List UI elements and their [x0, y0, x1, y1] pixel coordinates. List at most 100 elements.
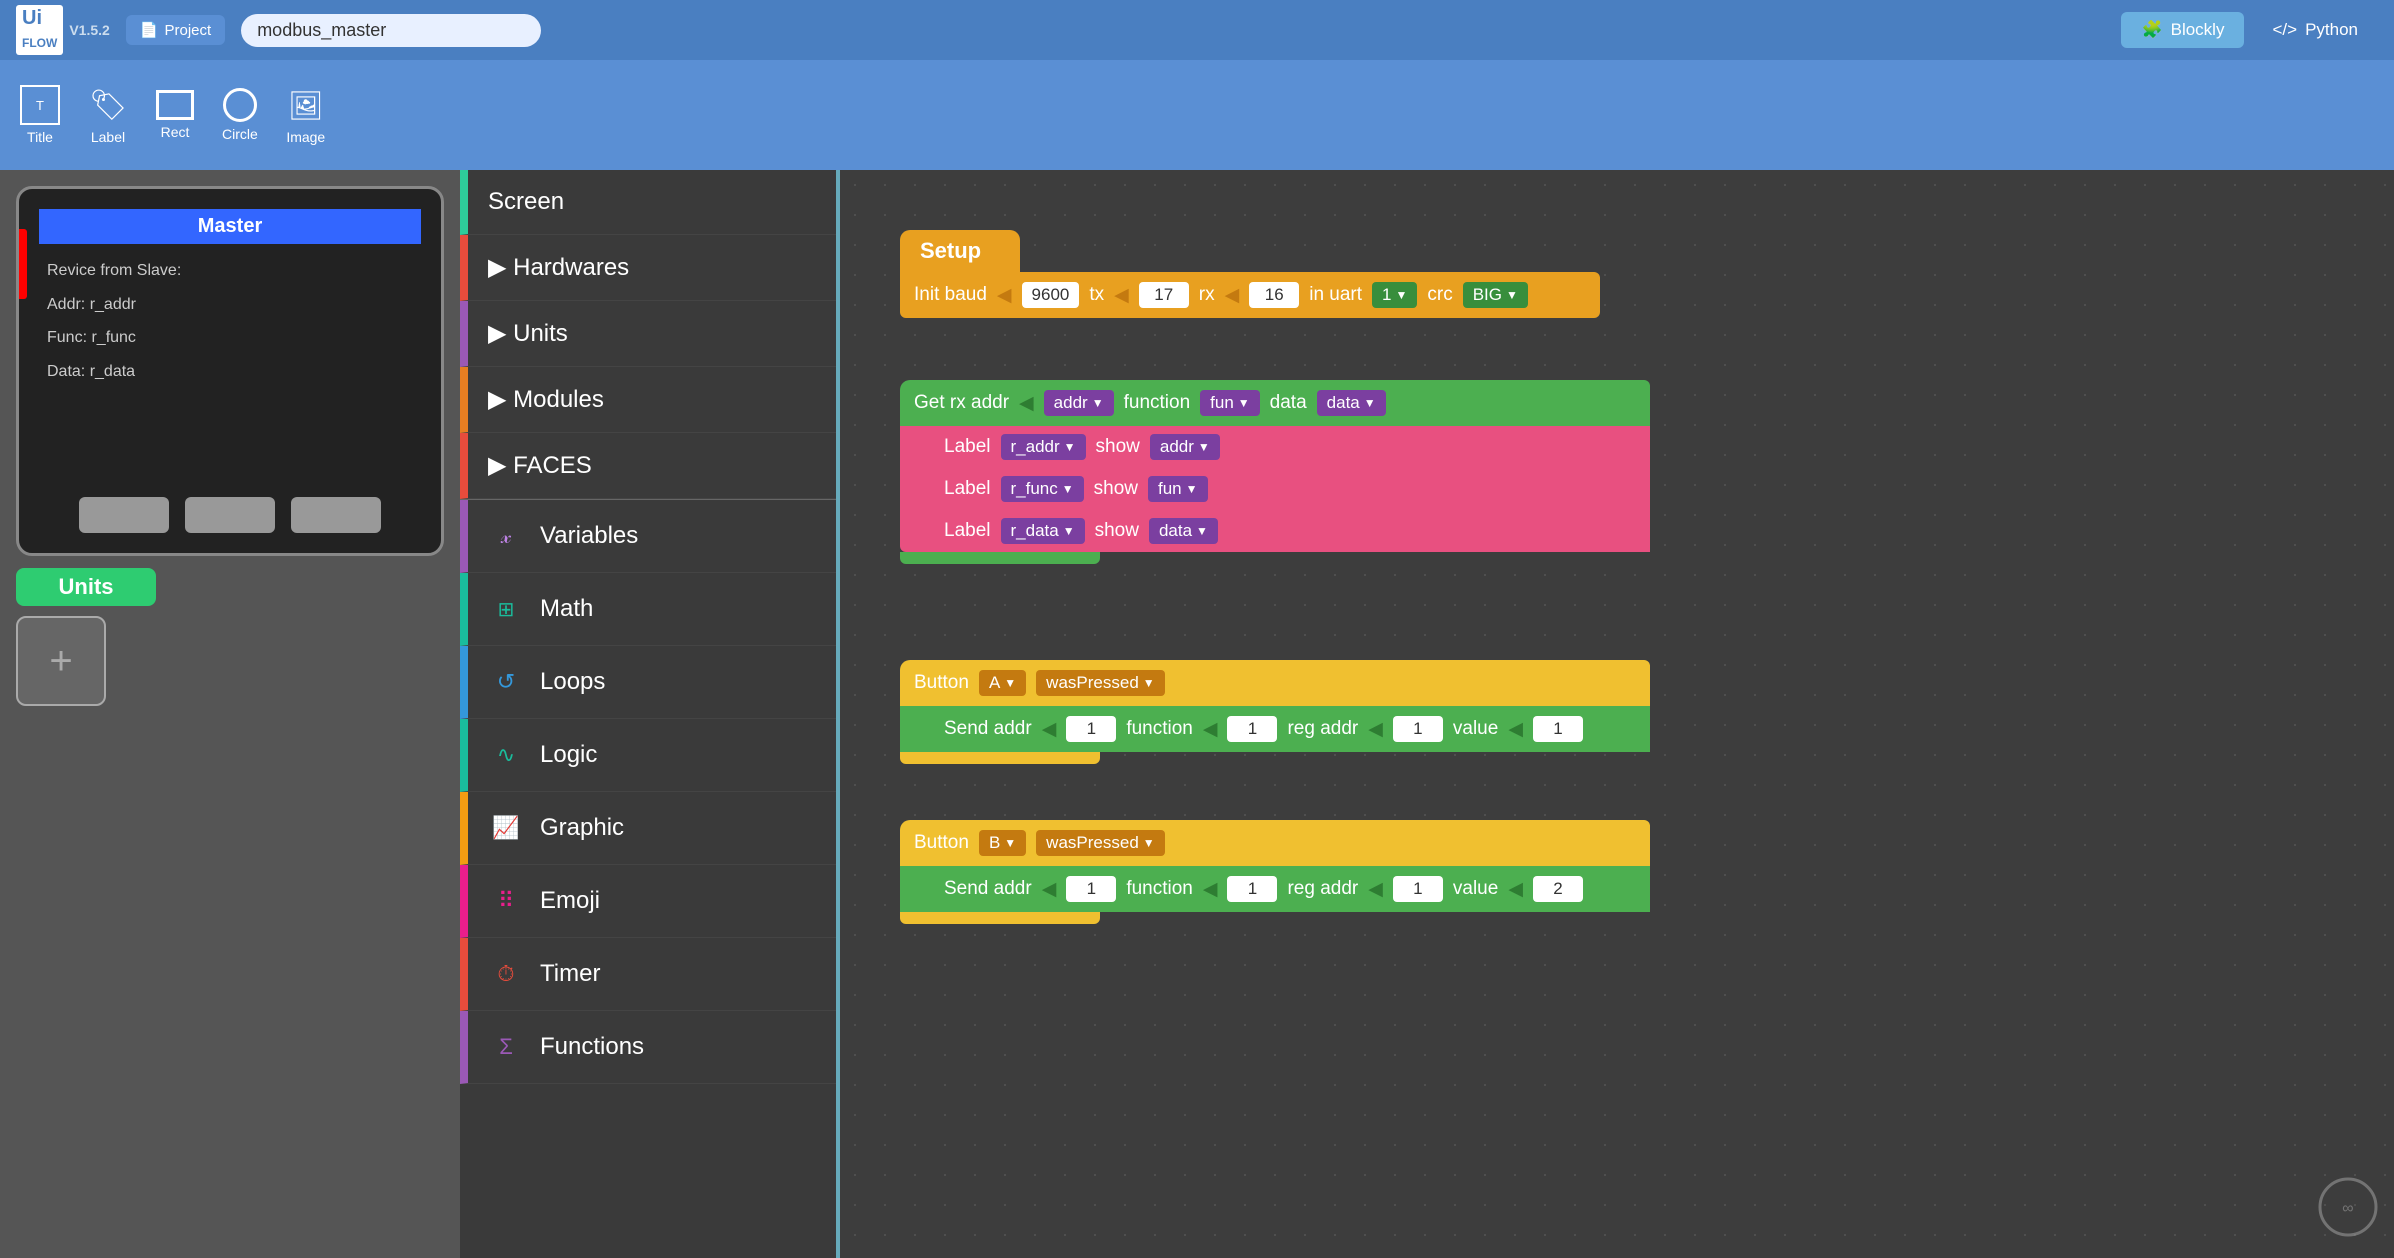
python-button[interactable]: </> Python: [2252, 12, 2378, 48]
r-func-dropdown[interactable]: r_func ▼: [1001, 476, 1084, 502]
setup-block-group: Setup Init baud ◀ 9600 tx ◀ 17 rx ◀ 16 i…: [900, 230, 1600, 318]
screen-line-3: Func: r_func: [39, 321, 421, 355]
category-loops[interactable]: ↺ Loops: [460, 646, 836, 719]
r-data-dropdown[interactable]: r_data ▼: [1001, 518, 1085, 544]
sendB-addr-val[interactable]: 1: [1066, 876, 1116, 902]
wasPressedA-dropdown[interactable]: wasPressed ▼: [1036, 670, 1165, 696]
show-fun-dropdown[interactable]: fun ▼: [1148, 476, 1208, 502]
show-addr-dropdown[interactable]: addr ▼: [1150, 434, 1220, 460]
screen-button-3[interactable]: [291, 497, 381, 533]
graphic-icon: 📈: [488, 810, 524, 846]
screen-button-1[interactable]: [79, 497, 169, 533]
tool-rect[interactable]: Rect: [156, 90, 194, 140]
rx-value[interactable]: 16: [1249, 282, 1299, 308]
timer-icon: ⏱: [488, 956, 524, 992]
uart-dropdown[interactable]: 1 ▼: [1372, 282, 1417, 308]
screen-content: Master Revice from Slave: Addr: r_addr F…: [39, 209, 421, 475]
category-modules[interactable]: ▶ Modules: [460, 367, 836, 433]
addr-dropdown[interactable]: addr ▼: [1044, 390, 1114, 416]
setup-body: Init baud ◀ 9600 tx ◀ 17 rx ◀ 16 in uart…: [900, 272, 1600, 318]
category-math[interactable]: ⊞ Math: [460, 573, 836, 646]
buttonA-dropdown[interactable]: A ▼: [979, 670, 1026, 696]
logo-area: UiFLOW V1.5.2: [16, 5, 110, 55]
sendA-value-val[interactable]: 1: [1533, 716, 1583, 742]
show-data-dropdown[interactable]: data ▼: [1149, 518, 1218, 544]
version-label: V1.5.2: [69, 22, 109, 38]
python-icon: </>: [2272, 20, 2297, 40]
image-icon: 🖼: [286, 85, 326, 125]
emoji-icon: ⠿: [488, 883, 524, 919]
project-button[interactable]: 📄 Project: [126, 15, 225, 45]
tx-value[interactable]: 17: [1139, 282, 1189, 308]
blockly-label: Blockly: [2171, 20, 2225, 40]
tx-connector: ◀: [1114, 284, 1129, 307]
units-label: Units: [16, 568, 156, 606]
category-variables[interactable]: 𝓍 Variables: [460, 500, 836, 573]
getrx-bottom: [900, 552, 1100, 564]
sendB-value-val[interactable]: 2: [1533, 876, 1583, 902]
toolbar: T Title 🏷 Label Rect Circle 🖼 Image: [0, 60, 2394, 170]
buttonA-hat: Button A ▼ wasPressed ▼: [900, 660, 1650, 706]
watermark: ∞: [2318, 1177, 2378, 1242]
sendB-function-label: function: [1126, 878, 1193, 900]
buttonB-dropdown[interactable]: B ▼: [979, 830, 1026, 856]
sendB-func-connector: ◀: [1203, 878, 1218, 901]
crc-dropdown[interactable]: BIG ▼: [1463, 282, 1528, 308]
buttonA-send-block: Send addr ◀ 1 function ◀ 1 reg addr ◀ 1 …: [900, 706, 1650, 752]
logo-icon: UiFLOW: [16, 5, 63, 55]
blockly-workspace[interactable]: Setup Init baud ◀ 9600 tx ◀ 17 rx ◀ 16 i…: [840, 170, 2394, 1258]
category-graphic[interactable]: 📈 Graphic: [460, 792, 836, 865]
sendA-addr-val[interactable]: 1: [1066, 716, 1116, 742]
wasPressedB-dropdown[interactable]: wasPressed ▼: [1036, 830, 1165, 856]
buttonA-label: Button: [914, 672, 969, 694]
category-faces[interactable]: ▶ FACES: [460, 433, 836, 499]
sendB-reg-val[interactable]: 1: [1393, 876, 1443, 902]
uart-label: in uart: [1309, 284, 1362, 306]
wasPressedB-chevron-icon: ▼: [1143, 836, 1155, 850]
screen-line-1: Revice from Slave:: [39, 254, 421, 288]
tool-image[interactable]: 🖼 Image: [286, 85, 326, 145]
r-data-chevron-icon: ▼: [1063, 524, 1075, 538]
category-hardwares[interactable]: ▶ Hardwares: [460, 235, 836, 301]
show3-label: show: [1095, 520, 1139, 542]
wasPressedA-chevron-icon: ▼: [1143, 676, 1155, 690]
screen-buttons: [79, 497, 381, 533]
sendB-regaddr-label: reg addr: [1287, 878, 1358, 900]
tool-title-label: Title: [27, 129, 53, 145]
timer-cat-label: Timer: [540, 960, 600, 988]
category-emoji[interactable]: ⠿ Emoji: [460, 865, 836, 938]
data-dropdown[interactable]: data ▼: [1317, 390, 1386, 416]
r-addr-dropdown[interactable]: r_addr ▼: [1001, 434, 1086, 460]
r-addr-chevron-icon: ▼: [1064, 440, 1076, 454]
show-data-chevron-icon: ▼: [1196, 524, 1208, 538]
category-logic[interactable]: ∿ Logic: [460, 719, 836, 792]
screen-line-2: Addr: r_addr: [39, 288, 421, 322]
category-screen[interactable]: Screen: [460, 170, 836, 235]
rx-label: rx: [1199, 284, 1215, 306]
fun-dropdown[interactable]: fun ▼: [1200, 390, 1260, 416]
getrx-block-group: Get rx addr ◀ addr ▼ function fun ▼ data…: [900, 380, 1650, 564]
loops-cat-label: Loops: [540, 668, 605, 696]
python-label: Python: [2305, 20, 2358, 40]
red-indicator: [19, 229, 27, 299]
sendA-func-val[interactable]: 1: [1227, 716, 1277, 742]
sendA-val-connector: ◀: [1508, 718, 1523, 741]
tool-title[interactable]: T Title: [20, 85, 60, 145]
category-timer[interactable]: ⏱ Timer: [460, 938, 836, 1011]
screen-button-2[interactable]: [185, 497, 275, 533]
sendA-reg-val[interactable]: 1: [1393, 716, 1443, 742]
category-functions[interactable]: Σ Functions: [460, 1011, 836, 1084]
data-label: data: [1270, 392, 1307, 414]
sendB-func-val[interactable]: 1: [1227, 876, 1277, 902]
baud-value[interactable]: 9600: [1022, 282, 1080, 308]
buttonB-send-block: Send addr ◀ 1 function ◀ 1 reg addr ◀ 1 …: [900, 866, 1650, 912]
tx-label: tx: [1089, 284, 1104, 306]
fun-chevron-icon: ▼: [1238, 396, 1250, 410]
add-unit-button[interactable]: +: [16, 616, 106, 706]
project-name-input[interactable]: [241, 14, 541, 47]
tool-label[interactable]: 🏷 Label: [88, 85, 128, 145]
category-units[interactable]: ▶ Units: [460, 301, 836, 367]
blockly-button[interactable]: 🧩 Blockly: [2121, 12, 2244, 48]
tool-circle[interactable]: Circle: [222, 88, 258, 142]
sendB-val-connector: ◀: [1508, 878, 1523, 901]
